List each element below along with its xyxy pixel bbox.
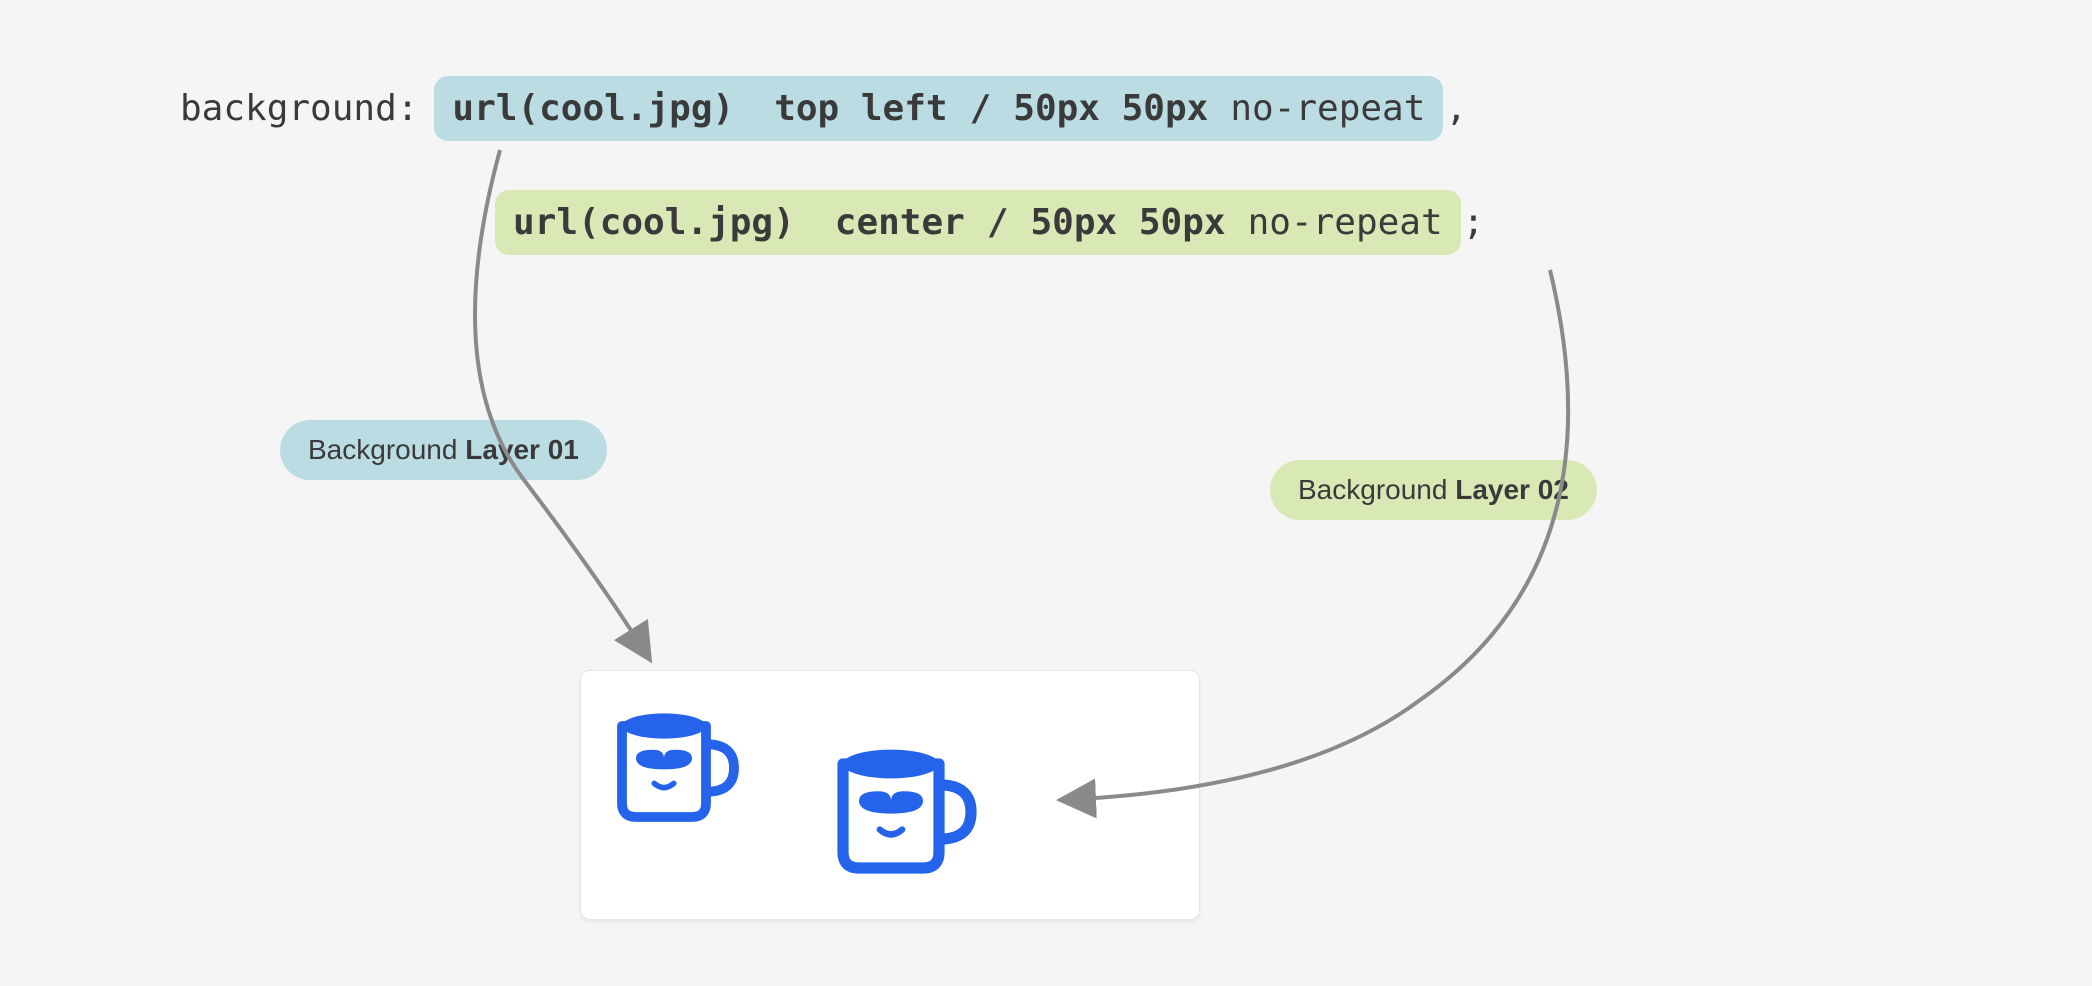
layer-1-slash: /: [970, 88, 992, 129]
mug-icon: [601, 691, 741, 831]
css-property: background:: [180, 88, 418, 129]
preview-box: [580, 670, 1200, 920]
layer-2-size: 50px 50px: [1031, 202, 1226, 243]
layer-2-label-light: Background: [1298, 474, 1455, 505]
layer-1-code: url(cool.jpg) top left / 50px 50px no-re…: [434, 76, 1443, 141]
layer-1-label-light: Background: [308, 434, 465, 465]
code-line-1: background: url(cool.jpg) top left / 50p…: [180, 76, 1467, 141]
layer-2-slash: /: [987, 202, 1009, 243]
layer-2-position: center: [835, 202, 965, 243]
layer-1-label-strong: Layer 01: [465, 434, 579, 465]
code-line-2: url(cool.jpg) center / 50px 50px no-repe…: [495, 190, 1484, 255]
layer-1-url: url(cool.jpg): [452, 88, 734, 129]
layer-2-url: url(cool.jpg): [513, 202, 795, 243]
layer-1-label: Background Layer 01: [280, 420, 607, 480]
layer-2-label-strong: Layer 02: [1455, 474, 1569, 505]
layer-1-repeat: no-repeat: [1230, 88, 1425, 129]
layer-2-code: url(cool.jpg) center / 50px 50px no-repe…: [495, 190, 1461, 255]
layer-1-size: 50px 50px: [1013, 88, 1208, 129]
layer-2-label: Background Layer 02: [1270, 460, 1597, 520]
layer-2-trailing: ;: [1463, 202, 1485, 243]
mug-icon: [819, 724, 979, 884]
layer-2-repeat: no-repeat: [1248, 202, 1443, 243]
layer-1-trailing: ,: [1445, 88, 1467, 129]
layer-1-position: top left: [774, 88, 947, 129]
